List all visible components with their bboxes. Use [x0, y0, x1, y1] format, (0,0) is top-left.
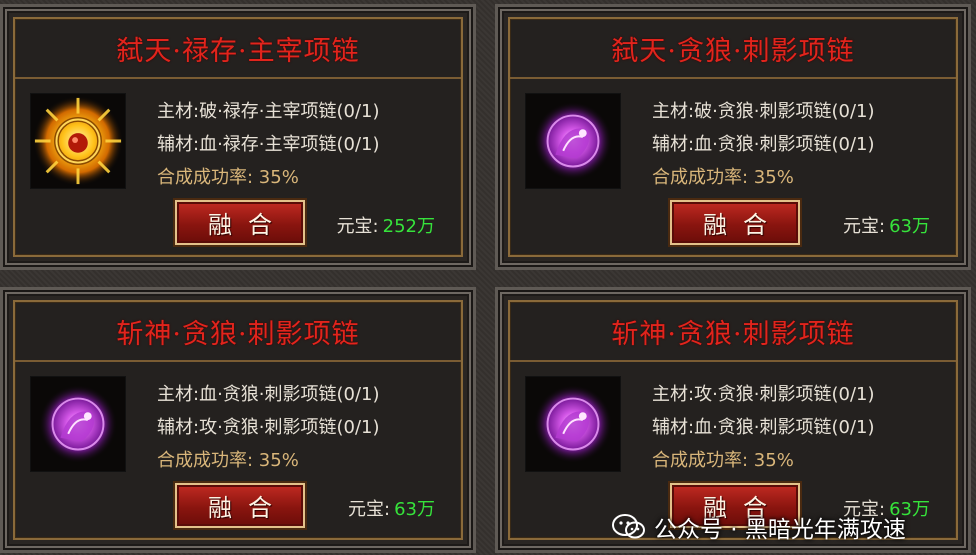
item-title: 斩神·贪狼·刺影项链 [15, 302, 461, 362]
golden-sun-necklace-icon[interactable] [30, 93, 126, 189]
fuse-button[interactable]: 融合 [175, 200, 305, 245]
main-material-text: 主材:血·贪狼·刺影项链(0/1) [157, 384, 380, 405]
purple-orb-necklace-icon[interactable] [525, 93, 621, 189]
main-material-text: 主材:破·禄存·主宰项链(0/1) [157, 101, 380, 122]
aux-material-text: 辅材:血·贪狼·刺影项链(0/1) [652, 417, 875, 438]
synthesis-card: 弑天·贪狼·刺影项链 主材:破·贪狼·刺影项链(0/1) 辅材:血·贪狼·刺影项… [495, 4, 971, 270]
cost-display: 元宝: 63万 [843, 212, 930, 238]
fuse-button[interactable]: 融合 [670, 200, 800, 245]
success-rate-text: 合成成功率: 35% [652, 450, 794, 471]
aux-material-text: 辅材:攻·贪狼·刺影项链(0/1) [157, 417, 380, 438]
material-info: 主材:破·禄存·主宰项链(0/1) 辅材:血·禄存·主宰项链(0/1) 合成成功… [157, 95, 380, 194]
material-info: 主材:攻·贪狼·刺影项链(0/1) 辅材:血·贪狼·刺影项链(0/1) 合成成功… [652, 378, 875, 477]
item-title: 弑天·禄存·主宰项链 [15, 19, 461, 79]
watermark-text: 公众号 · 黑暗光年满攻速 [654, 517, 906, 543]
purple-orb-necklace-icon[interactable] [30, 376, 126, 472]
cost-display: 元宝: 63万 [348, 495, 435, 521]
aux-material-text: 辅材:血·贪狼·刺影项链(0/1) [652, 134, 875, 155]
success-rate-text: 合成成功率: 35% [157, 167, 299, 188]
success-rate-text: 合成成功率: 35% [157, 450, 299, 471]
cost-value: 252万 [382, 216, 435, 237]
cost-display: 元宝: 252万 [337, 212, 435, 238]
purple-orb-necklace-icon[interactable] [525, 376, 621, 472]
synthesis-card: 弑天·禄存·主宰项链 主材:破·禄存·主宰项链(0/1) 辅材:血·禄存·主宰项… [0, 4, 476, 270]
success-rate-text: 合成成功率: 35% [652, 167, 794, 188]
card-inner: 弑天·禄存·主宰项链 主材:破·禄存·主宰项链(0/1) 辅材:血·禄存·主宰项… [13, 17, 463, 257]
cost-value: 63万 [394, 499, 435, 520]
main-material-text: 主材:攻·贪狼·刺影项链(0/1) [652, 384, 875, 405]
card-inner: 斩神·贪狼·刺影项链 主材:血·贪狼·刺影项链(0/1) 辅材:攻·贪狼·刺影项… [13, 300, 463, 540]
aux-material-text: 辅材:血·禄存·主宰项链(0/1) [157, 134, 380, 155]
wechat-icon [612, 513, 646, 541]
cost-label: 元宝: [336, 216, 379, 237]
item-title: 弑天·贪狼·刺影项链 [510, 19, 956, 79]
item-title: 斩神·贪狼·刺影项链 [510, 302, 956, 362]
material-info: 主材:血·贪狼·刺影项链(0/1) 辅材:攻·贪狼·刺影项链(0/1) 合成成功… [157, 378, 380, 477]
synthesis-card: 斩神·贪狼·刺影项链 主材:血·贪狼·刺影项链(0/1) 辅材:攻·贪狼·刺影项… [0, 287, 476, 553]
cost-label: 元宝: [843, 216, 886, 237]
card-inner: 斩神·贪狼·刺影项链 主材:攻·贪狼·刺影项链(0/1) 辅材:血·贪狼·刺影项… [508, 300, 958, 540]
card-inner: 弑天·贪狼·刺影项链 主材:破·贪狼·刺影项链(0/1) 辅材:血·贪狼·刺影项… [508, 17, 958, 257]
cost-value: 63万 [889, 216, 930, 237]
material-info: 主材:破·贪狼·刺影项链(0/1) 辅材:血·贪狼·刺影项链(0/1) 合成成功… [652, 95, 875, 194]
watermark: 公众号 · 黑暗光年满攻速 [612, 509, 906, 545]
fuse-button[interactable]: 融合 [175, 483, 305, 528]
main-material-text: 主材:破·贪狼·刺影项链(0/1) [652, 101, 875, 122]
cost-label: 元宝: [348, 499, 391, 520]
